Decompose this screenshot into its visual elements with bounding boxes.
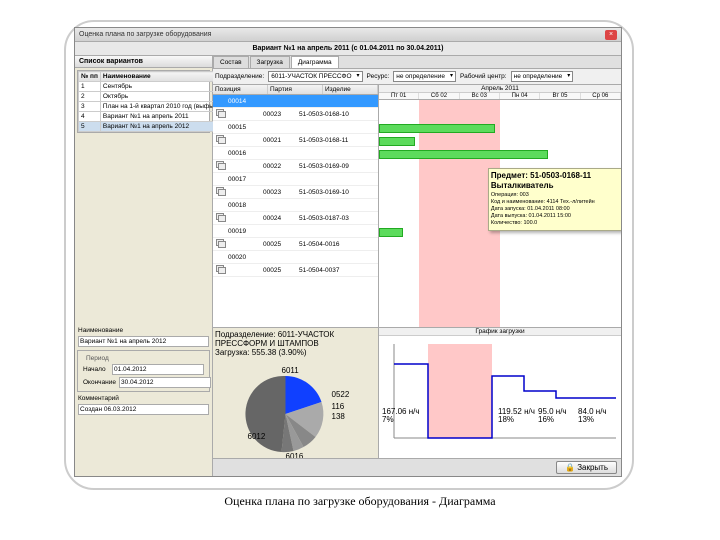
tab-zagruzka[interactable]: Загрузка	[250, 56, 290, 68]
svg-text:18%: 18%	[498, 415, 514, 424]
svg-text:6016: 6016	[286, 452, 304, 458]
pie-chart: 6011 0522 116 138 6012 6016	[213, 359, 378, 458]
close-button[interactable]: 🔒 Закрыть	[556, 461, 617, 474]
svg-text:116: 116	[332, 402, 345, 411]
svg-text:13%: 13%	[578, 415, 594, 424]
svg-text:0522: 0522	[332, 390, 350, 399]
variants-grid[interactable]: № ппНаименование 1Сентябрь 2Октябрь 3Пла…	[77, 70, 210, 133]
table-row: 5Вариант №1 на апрель 2012	[79, 122, 220, 132]
gantt-body[interactable]: Предмет: 51-0503-0168-11 Выталкиватель О…	[379, 100, 621, 327]
svg-text:138: 138	[332, 412, 346, 421]
comment-field[interactable]	[78, 404, 209, 415]
slide-caption: Оценка плана по загрузке оборудования - …	[0, 494, 720, 509]
position-row[interactable]: 0002551-0504-0037	[213, 264, 378, 277]
table-row: 4Вариант №1 на апрель 2011	[79, 112, 220, 122]
right-panel: Состав Загрузка Диаграмма Подразделение:…	[213, 56, 621, 476]
svg-text:6012: 6012	[248, 432, 266, 441]
load-chart: 167.06 н/ч 7% 119.52 н/ч 18% 95.0 н/ч 16…	[379, 336, 621, 448]
tabs: Состав Загрузка Диаграмма	[213, 56, 621, 69]
svg-text:7%: 7%	[382, 415, 394, 424]
position-row[interactable]: 0002151-0503-0168-11	[213, 134, 378, 147]
period-fieldset: Период Начало Окончание	[77, 350, 210, 392]
position-row[interactable]: 00020	[213, 251, 378, 264]
position-row[interactable]: 0002351-0503-0169-10	[213, 186, 378, 199]
stack-icon	[216, 161, 225, 170]
positions-panel: Позиция Партия Изделие 000140002351-0503…	[213, 85, 378, 327]
svg-text:16%: 16%	[538, 415, 554, 424]
table-row: 2Октябрь	[79, 92, 220, 102]
stack-icon	[216, 213, 225, 222]
svg-text:6011: 6011	[282, 366, 300, 375]
position-row[interactable]: 0002551-0504-0016	[213, 238, 378, 251]
stack-icon	[216, 239, 225, 248]
position-row[interactable]: 00016	[213, 147, 378, 160]
stack-icon	[216, 135, 225, 144]
position-row[interactable]: 0002351-0503-0168-10	[213, 108, 378, 121]
filter-bar: Подразделение: 6011-УЧАСТОК ПРЕССФО Ресу…	[213, 69, 621, 85]
table-row: 3План на 1-й квартал 2010 год (выфыв	[79, 102, 220, 112]
position-row[interactable]: 00017	[213, 173, 378, 186]
resource-dropdown[interactable]: не определение	[393, 71, 456, 82]
dept-dropdown[interactable]: 6011-УЧАСТОК ПРЕССФО	[268, 71, 362, 82]
table-row: 1Сентябрь	[79, 82, 220, 92]
position-row[interactable]: 0002451-0503-0187-03	[213, 212, 378, 225]
end-date-field[interactable]	[119, 377, 211, 388]
lock-icon: 🔒	[565, 463, 575, 472]
name-label: Наименование	[78, 327, 120, 334]
tab-sostav[interactable]: Состав	[213, 56, 249, 68]
pie-panel: Подразделение: 6011-УЧАСТОК ПРЕССФОРМ И …	[213, 328, 378, 458]
name-field[interactable]	[78, 336, 209, 347]
position-row[interactable]: 0002251-0503-0169-09	[213, 160, 378, 173]
titlebar: Оценка плана по загрузке оборудования ×	[75, 28, 621, 42]
left-panel: Список вариантов № ппНаименование 1Сентя…	[75, 56, 213, 476]
workcenter-dropdown[interactable]: не определение	[511, 71, 574, 82]
gantt-tooltip: Предмет: 51-0503-0168-11 Выталкиватель О…	[488, 168, 621, 230]
app-window: Оценка плана по загрузке оборудования × …	[74, 27, 622, 477]
stack-icon	[216, 265, 225, 274]
start-date-field[interactable]	[112, 364, 204, 375]
load-chart-panel: График загрузки 167.06 н/ч 7% 119.52 н/ч…	[379, 328, 621, 458]
position-row[interactable]: 00014	[213, 95, 378, 108]
window-title: Оценка плана по загрузке оборудования	[79, 31, 605, 38]
gantt-panel[interactable]: Апрель 2011 Пт 01Сб 02Вс 03Пн 04Вт 05Ср …	[379, 85, 621, 327]
stack-icon	[216, 187, 225, 196]
position-row[interactable]: 00015	[213, 121, 378, 134]
stack-icon	[216, 109, 225, 118]
footer: 🔒 Закрыть	[213, 458, 621, 476]
position-row[interactable]: 00019	[213, 225, 378, 238]
close-icon[interactable]: ×	[605, 30, 617, 40]
position-row[interactable]: 00018	[213, 199, 378, 212]
variant-bar: Вариант №1 на апрель 2011 (с 01.04.2011 …	[75, 42, 621, 56]
variants-header: Список вариантов	[75, 56, 212, 68]
tab-diagram[interactable]: Диаграмма	[291, 56, 339, 68]
